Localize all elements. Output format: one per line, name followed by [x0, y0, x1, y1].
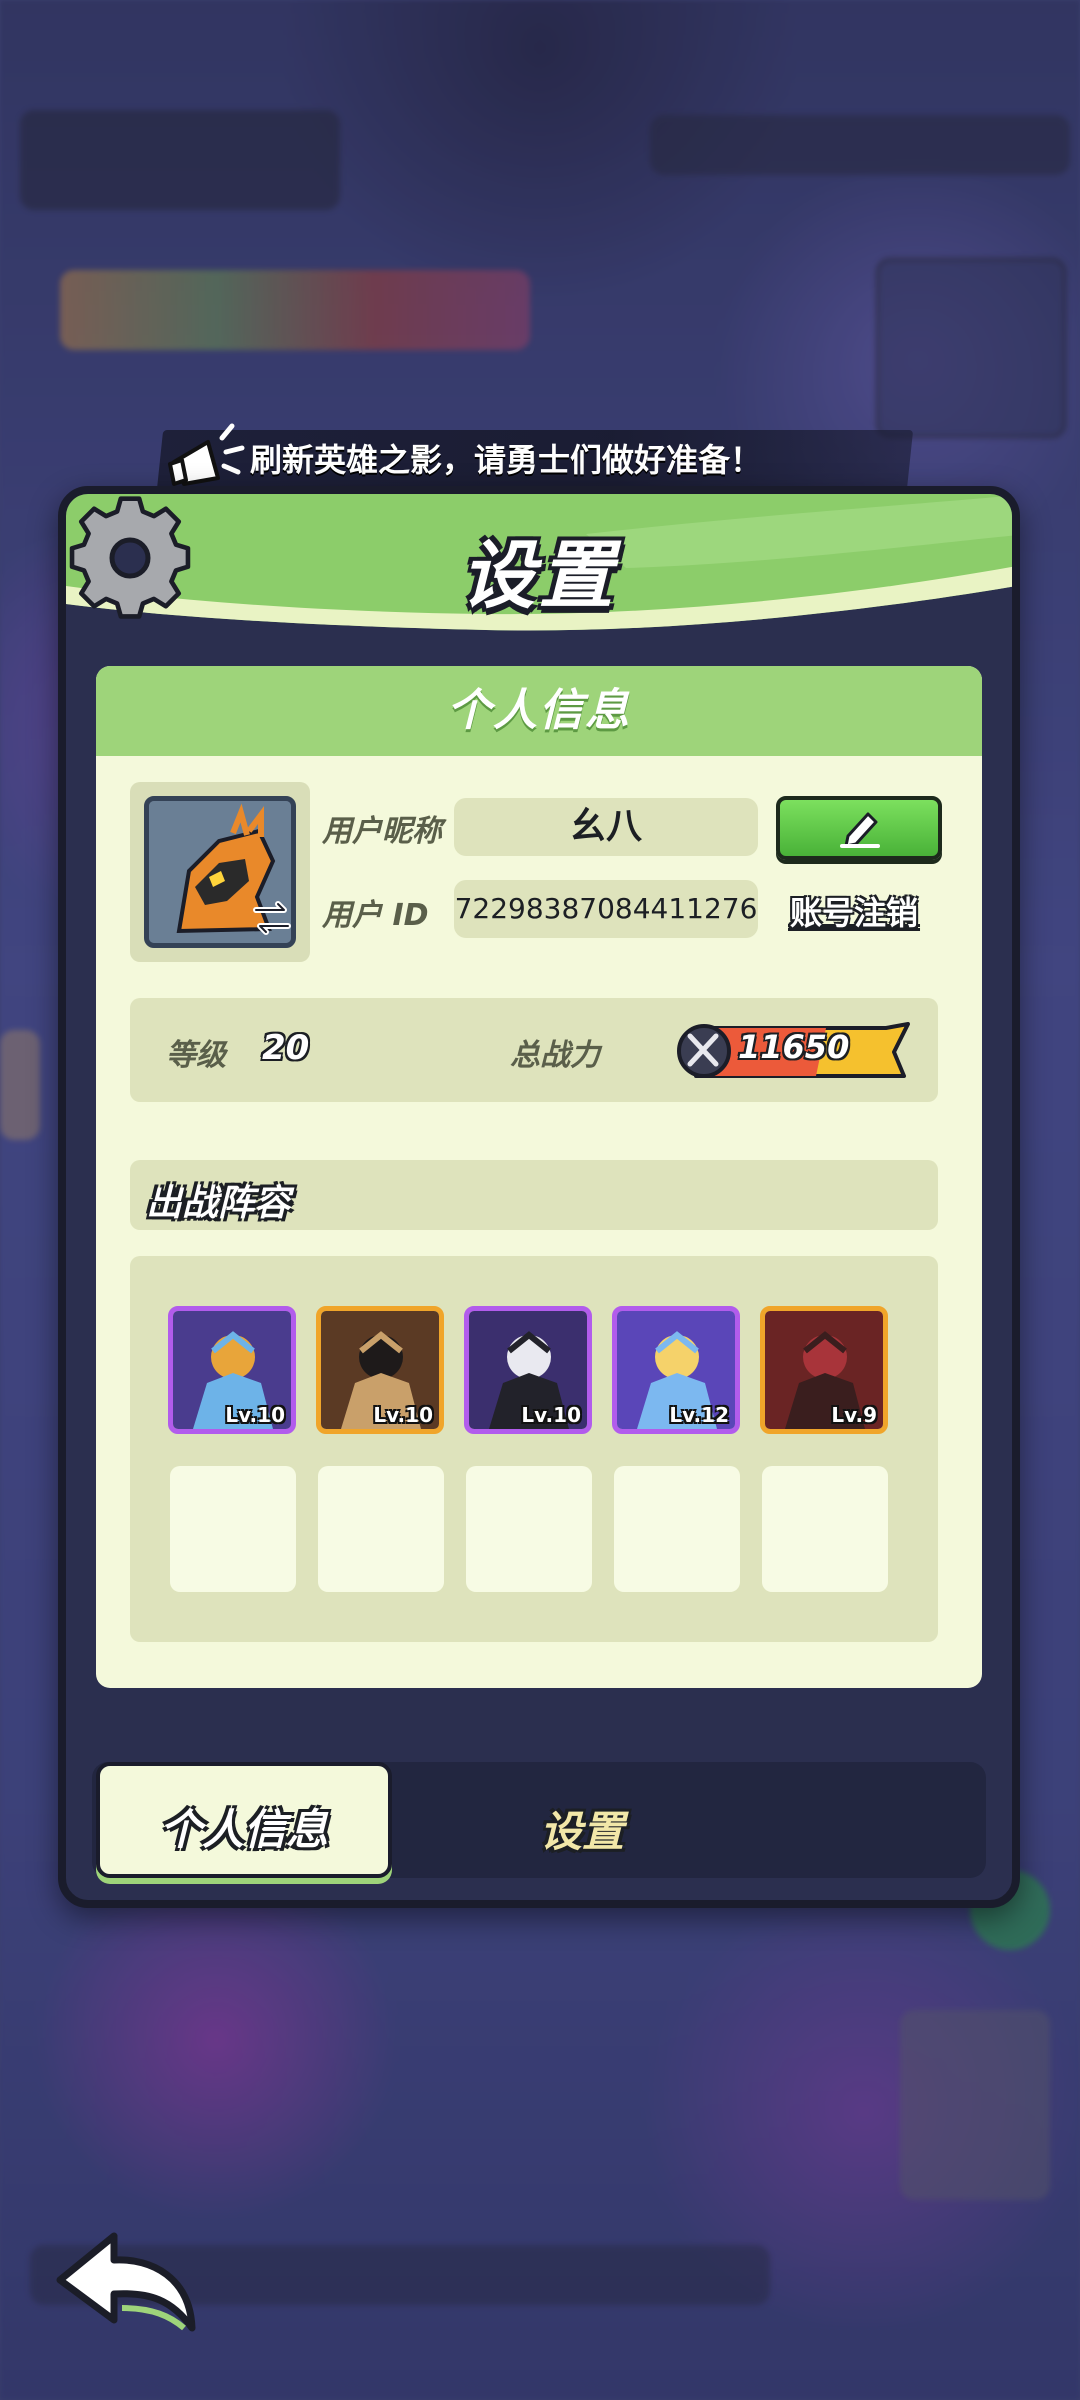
empty-slot[interactable]: [614, 1466, 740, 1592]
bottom-tab-bar: 个人信息 设置: [92, 1762, 986, 1878]
empty-slot[interactable]: [466, 1466, 592, 1592]
hero-level: Lv.10: [225, 1403, 285, 1427]
hero-card[interactable]: Lv.12: [612, 1306, 740, 1434]
level-label: 等级: [166, 1038, 226, 1073]
nickname-field: 幺八: [454, 798, 758, 856]
empty-slot[interactable]: [762, 1466, 888, 1592]
hero-card[interactable]: Lv.10: [316, 1306, 444, 1434]
hero-card[interactable]: Lv.10: [168, 1306, 296, 1434]
horn-icon: [168, 423, 245, 486]
personal-info-panel: 个人信息 用户昵称 幺八 用户 ID 72298387084411276 账号注…: [96, 666, 982, 1688]
dialog-header: 设置: [66, 494, 1012, 644]
tab-personal-info[interactable]: 个人信息: [96, 1762, 392, 1878]
level-value: 20: [262, 1028, 310, 1068]
hero-level: Lv.10: [373, 1403, 433, 1427]
tab-settings-label: 设置: [539, 1807, 624, 1856]
power-value: 11650: [738, 1028, 850, 1066]
back-arrow-icon[interactable]: [52, 2228, 202, 2338]
panel-title: 个人信息: [96, 666, 982, 756]
tab-personal-info-label: 个人信息: [159, 1805, 328, 1854]
announcement-text: 刷新英雄之影，请勇士们做好准备！: [250, 441, 763, 479]
user-id-value: 72298387084411276: [454, 880, 758, 938]
hero-level: Lv.12: [669, 1403, 729, 1427]
hero-card[interactable]: Lv.9: [760, 1306, 888, 1434]
hero-level: Lv.10: [521, 1403, 581, 1427]
nickname-label: 用户昵称: [322, 814, 442, 849]
stats-bar: 等级 20 总战力 11650: [130, 998, 938, 1102]
settings-dialog: 设置 个人信息 用户昵称 幺八 用户 ID 72298387084411276 …: [58, 486, 1020, 1908]
lineup-grid: Lv.10 Lv.10 Lv.10 Lv.12 Lv.9: [130, 1256, 938, 1642]
account-cancel-link[interactable]: 账号注销: [790, 888, 918, 934]
hero-level: Lv.9: [831, 1403, 877, 1427]
user-id-label: 用户 ID: [322, 898, 429, 933]
lineup-header: 出战阵容: [130, 1160, 938, 1230]
lineup-title: 出战阵容: [146, 1183, 291, 1224]
empty-slot[interactable]: [170, 1466, 296, 1592]
avatar-frame[interactable]: [130, 782, 310, 962]
hero-card[interactable]: Lv.10: [464, 1306, 592, 1434]
dialog-title: 设置: [461, 533, 617, 619]
swap-icon[interactable]: [248, 894, 296, 942]
tab-settings[interactable]: 设置: [492, 1794, 672, 1856]
pencil-icon: [840, 812, 880, 848]
empty-slot[interactable]: [318, 1466, 444, 1592]
edit-nickname-button[interactable]: [776, 796, 942, 860]
power-label: 总战力: [510, 1038, 600, 1073]
